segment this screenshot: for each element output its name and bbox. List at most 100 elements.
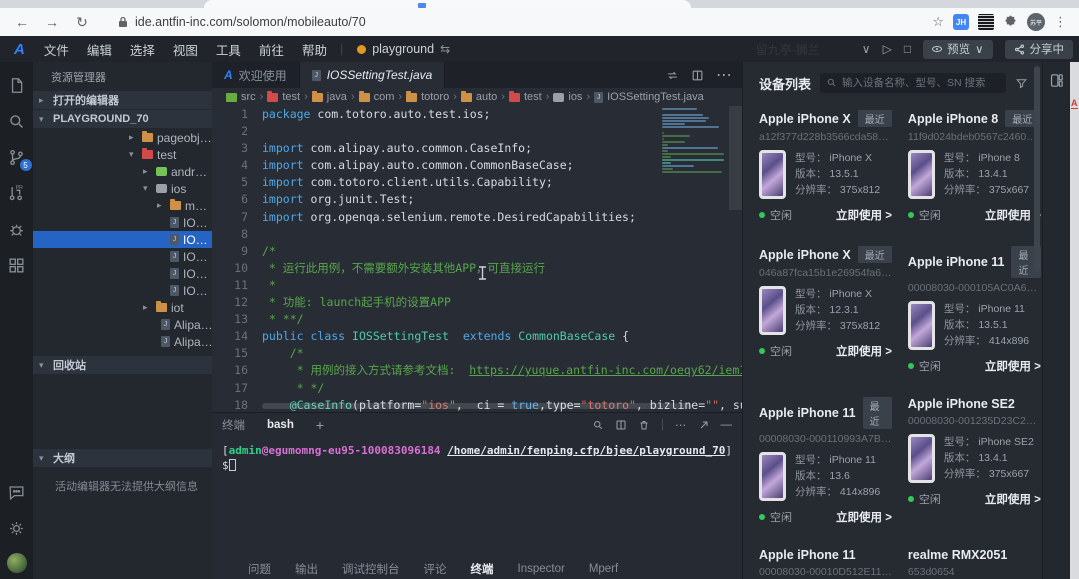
project-section[interactable]: ▾ PLAYGROUND_70 bbox=[33, 110, 212, 128]
tree-item[interactable]: ▸andr… bbox=[33, 163, 212, 180]
browser-active-tab[interactable] bbox=[204, 0, 691, 8]
switch-project-icon[interactable]: ⇆ bbox=[440, 42, 450, 56]
explorer-icon[interactable] bbox=[6, 74, 28, 96]
split-editor-icon[interactable] bbox=[691, 69, 704, 82]
breadcrumb-item[interactable]: ios bbox=[553, 91, 582, 103]
tree-item[interactable]: JIO… bbox=[33, 265, 212, 282]
browser-avatar[interactable]: 苏平 bbox=[1027, 13, 1045, 31]
use-now-link[interactable]: 立即使用 > bbox=[985, 207, 1041, 223]
menu-item[interactable]: 前往 bbox=[250, 44, 293, 58]
menu-item[interactable]: 工具 bbox=[207, 44, 250, 58]
new-terminal-icon[interactable]: + bbox=[316, 417, 324, 433]
breadcrumb-item[interactable]: src bbox=[226, 91, 256, 103]
tree-item[interactable]: JIO… bbox=[33, 231, 212, 248]
horizontal-scrollbar[interactable] bbox=[262, 403, 692, 409]
menu-item[interactable]: 选择 bbox=[121, 44, 164, 58]
extension-jh-icon[interactable]: JH bbox=[953, 14, 969, 30]
device-panel-toggle-icon[interactable] bbox=[1048, 72, 1065, 89]
code-line[interactable]: 14public class IOSSettingTest extends Co… bbox=[212, 328, 742, 345]
tree-item[interactable]: JAlipa… bbox=[33, 316, 212, 333]
breadcrumb-item[interactable]: test bbox=[267, 91, 300, 103]
sync-icon[interactable] bbox=[666, 69, 679, 82]
settings-gear-icon[interactable] bbox=[6, 517, 28, 539]
url-bar[interactable]: ide.antfin-inc.com/solomon/mobileauto/70 bbox=[118, 15, 926, 29]
ide-logo[interactable]: A bbox=[14, 41, 25, 58]
menu-item[interactable]: 文件 bbox=[35, 44, 78, 58]
breadcrumb-item[interactable]: com bbox=[359, 91, 395, 103]
browser-menu-icon[interactable]: ⋮ bbox=[1054, 14, 1067, 30]
open-editors-section[interactable]: ▸ 打开的编辑器 bbox=[33, 91, 212, 109]
tree-item[interactable]: JIO… bbox=[33, 214, 212, 231]
breadcrumb-item[interactable]: java bbox=[312, 91, 347, 103]
feedback-icon[interactable] bbox=[6, 481, 28, 503]
use-now-link[interactable]: 立即使用 > bbox=[836, 343, 892, 359]
use-now-link[interactable]: 立即使用 > bbox=[985, 358, 1041, 374]
project-indicator[interactable]: playground ⇆ bbox=[357, 42, 450, 56]
tree-item[interactable]: ▾test bbox=[33, 146, 212, 163]
extensions-icon[interactable] bbox=[6, 254, 28, 276]
extension-pixel-icon[interactable] bbox=[978, 14, 994, 30]
code-line[interactable]: 7import org.openqa.selenium.remote.Desir… bbox=[212, 209, 742, 226]
code-line[interactable]: 9/* bbox=[212, 243, 742, 260]
device-list-scrollbar[interactable] bbox=[1034, 66, 1040, 271]
tree-item[interactable]: ▸m… bbox=[33, 197, 212, 214]
panel-tab-问题[interactable]: 问题 bbox=[248, 561, 271, 577]
run-dropdown-icon[interactable]: ∨ bbox=[862, 42, 871, 56]
chevron-down-icon[interactable]: ▾ bbox=[129, 149, 138, 160]
user-avatar[interactable] bbox=[7, 553, 27, 573]
code-line[interactable]: 8 bbox=[212, 226, 742, 243]
code-line[interactable]: 13 * **/ bbox=[212, 311, 742, 328]
extensions-puzzle-icon[interactable] bbox=[1003, 15, 1018, 30]
panel-tab-终端[interactable]: 终端 bbox=[471, 561, 494, 577]
outline-section[interactable]: ▾ 大纲 bbox=[33, 449, 212, 467]
menu-item[interactable]: 帮助 bbox=[293, 44, 336, 58]
code-line[interactable]: 17 * */ bbox=[212, 380, 742, 397]
panel-tab-输出[interactable]: 输出 bbox=[295, 561, 318, 577]
code-line[interactable]: 5import com.totoro.client.utils.Capabili… bbox=[212, 174, 742, 191]
code-line[interactable]: 10 * 运行此用例，不需要额外安装其他APP，可直接运行 bbox=[212, 260, 742, 277]
code-line[interactable]: 16 * 用例的接入方式请参考文档: https://yuque.antfin-… bbox=[212, 362, 742, 379]
code-line[interactable]: 11 * bbox=[212, 277, 742, 294]
terminal-shell-tab[interactable]: bash bbox=[267, 419, 294, 431]
tree-item[interactable]: ▸pageobj… bbox=[33, 129, 212, 146]
tree-item[interactable]: JAlipa… bbox=[33, 333, 212, 350]
pull-request-icon[interactable]: PR bbox=[6, 182, 28, 204]
bookmark-star-icon[interactable]: ☆ bbox=[932, 14, 944, 30]
breadcrumb-item[interactable]: test bbox=[509, 91, 542, 103]
filter-funnel-icon[interactable] bbox=[1015, 77, 1028, 90]
use-now-link[interactable]: 立即使用 > bbox=[836, 207, 892, 223]
code-line[interactable]: 12 * 功能: launch起手机的设置APP bbox=[212, 294, 742, 311]
search-icon[interactable] bbox=[6, 110, 28, 132]
minimap[interactable] bbox=[662, 108, 726, 174]
editor-tab[interactable]: JIOSSettingTest.java bbox=[300, 62, 446, 88]
stop-icon[interactable]: □ bbox=[904, 42, 911, 56]
code-line[interactable]: 6import org.junit.Test; bbox=[212, 191, 742, 208]
more-actions-icon[interactable]: ⋯ bbox=[716, 65, 732, 85]
chevron-right-icon[interactable]: ▸ bbox=[143, 302, 152, 313]
device-search-input[interactable] bbox=[820, 73, 1006, 93]
preview-button[interactable]: 预览 ∨ bbox=[923, 40, 992, 59]
breadcrumb-item[interactable]: auto bbox=[461, 91, 497, 103]
tree-item[interactable]: JIO… bbox=[33, 248, 212, 265]
panel-tab-评论[interactable]: 评论 bbox=[424, 561, 447, 577]
breadcrumb-item[interactable]: JIOSSettingTest.java bbox=[594, 91, 704, 103]
panel-tab-调试控制台[interactable]: 调试控制台 bbox=[342, 561, 400, 577]
use-now-link[interactable]: 立即使用 > bbox=[836, 509, 892, 525]
split-terminal-icon[interactable] bbox=[615, 419, 627, 431]
tree-item[interactable]: JIO… bbox=[33, 282, 212, 299]
terminal-search-icon[interactable] bbox=[592, 419, 604, 431]
terminal-more-icon[interactable]: ⋯ bbox=[675, 418, 687, 432]
panel-tab-Mperf[interactable]: Mperf bbox=[589, 563, 618, 575]
vertical-scrollbar[interactable] bbox=[729, 106, 742, 210]
tree-item[interactable]: ▾ios bbox=[33, 180, 212, 197]
menu-item[interactable]: 编辑 bbox=[78, 44, 121, 58]
menu-item[interactable]: 视图 bbox=[164, 44, 207, 58]
chevron-right-icon[interactable]: ▸ bbox=[129, 132, 138, 143]
tree-item[interactable]: ▸iot bbox=[33, 299, 212, 316]
chevron-right-icon[interactable]: ▸ bbox=[143, 166, 152, 177]
breadcrumb-item[interactable]: totoro bbox=[406, 91, 449, 103]
kill-terminal-icon[interactable] bbox=[638, 419, 650, 431]
hide-panel-icon[interactable]: — bbox=[721, 419, 733, 431]
panel-tab-Inspector[interactable]: Inspector bbox=[518, 563, 565, 575]
code-line[interactable]: 15 /* bbox=[212, 345, 742, 362]
